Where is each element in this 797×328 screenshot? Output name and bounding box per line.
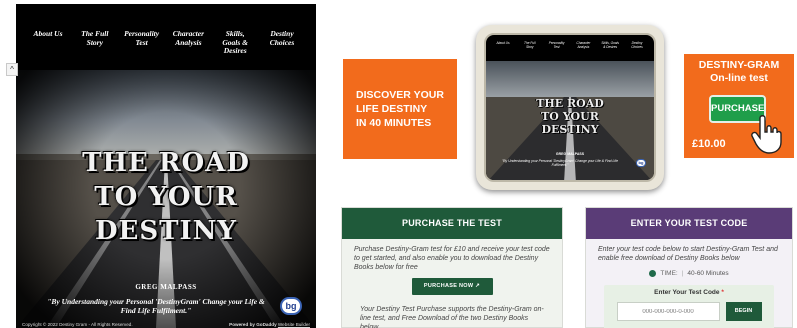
cover-nav-character-analysis[interactable]: Character Analysis — [166, 29, 210, 56]
clock-icon — [649, 270, 657, 277]
mini-nav-item: Destiny Choices — [631, 41, 643, 49]
begin-button[interactable]: BEGIN — [725, 302, 762, 321]
brand-logo: bg — [280, 297, 302, 315]
time-value: 40-60 Minutes — [687, 270, 729, 277]
test-code-row: BEGIN — [604, 302, 774, 321]
mini-nav-item: Personality Test — [548, 41, 565, 49]
powered-by: Powered by GoDaddy Website Builder — [229, 322, 310, 327]
mini-nav-item: Skills, Goals & Desires — [601, 41, 619, 49]
powered-by-prefix: Powered by GoDaddy — [229, 322, 277, 327]
framed-book-cover: About Us The Full Story Personality Test… — [484, 33, 656, 182]
copyright-text: Copyright © 2022 Destiny Gram - All Righ… — [22, 322, 133, 327]
mini-cover-quote: "By Understanding your Personal 'Destiny… — [502, 159, 618, 167]
mini-nav-item: Character Analysis — [576, 41, 591, 49]
required-marker: * — [721, 289, 724, 296]
enter-card-description: Enter your test code below to start Dest… — [598, 246, 778, 262]
test-code-input[interactable] — [616, 302, 720, 321]
cover-author: GREG MALPASS — [135, 283, 197, 291]
discover-banner-text: DISCOVER YOUR LIFE DESTINY IN 40 MINUTES — [356, 89, 444, 129]
cover-nav-full-story[interactable]: The Full Story — [73, 29, 117, 56]
cover-title: THE ROAD TO YOUR DESTINY — [82, 148, 250, 246]
purchase-card-note: Your Destiny Test Purchase supports the … — [360, 306, 544, 328]
purchase-card-heading: PURCHASE THE TEST — [342, 208, 562, 239]
time-separator: | — [681, 270, 684, 277]
purchase-test-card: PURCHASE THE TEST Purchase Destiny-Gram … — [341, 207, 563, 328]
mini-cover-sky — [486, 61, 654, 97]
mini-brand-logo: bg — [636, 159, 646, 167]
page: About Us The Full Story Personality Test… — [0, 0, 797, 328]
enter-test-code-card: ENTER YOUR TEST CODE Enter your test cod… — [585, 207, 793, 328]
mini-nav-item: About Us — [496, 41, 510, 45]
scroll-up-button[interactable]: ^ — [6, 63, 18, 76]
test-code-label-text: Enter Your Test Code — [654, 289, 720, 296]
time-row: TIME: | 40-60 Minutes — [586, 270, 792, 277]
test-code-panel: Enter Your Test Code * BEGIN — [604, 285, 774, 328]
discover-banner: DISCOVER YOUR LIFE DESTINY IN 40 MINUTES — [343, 59, 457, 159]
cover-quote: "By Understanding your Personal 'Destiny… — [47, 297, 265, 315]
price-label: £10.00 — [692, 138, 726, 150]
cover-nav-skills-goals[interactable]: Skills, Goals & Desires — [213, 29, 257, 56]
destiny-gram-banner: DESTINY-GRAM On-line test PURCHASE £10.0… — [684, 54, 794, 158]
cover-nav-destiny-choices[interactable]: Destiny Choices — [260, 29, 304, 56]
time-label: TIME: — [660, 270, 678, 277]
mini-nav-item: The Full Story — [524, 41, 536, 49]
destiny-gram-title: DESTINY-GRAM On-line test — [698, 59, 780, 84]
enter-card-heading: ENTER YOUR TEST CODE — [586, 208, 792, 239]
cover-nav-about-us[interactable]: About Us — [26, 29, 70, 56]
pointer-hand-icon — [751, 115, 782, 154]
mini-cover-author: GREG MALPASS — [555, 152, 585, 156]
test-code-label: Enter Your Test Code * — [604, 289, 774, 296]
framed-book-image: About Us The Full Story Personality Test… — [476, 25, 664, 190]
cover-nav-personality-test[interactable]: Personality Test — [120, 29, 164, 56]
book-cover: About Us The Full Story Personality Test… — [16, 4, 316, 328]
cover-nav: About Us The Full Story Personality Test… — [16, 4, 316, 56]
mini-cover-nav: About Us The Full Story Personality Test… — [486, 35, 654, 49]
website-builder-link[interactable]: Website Builder — [278, 322, 310, 327]
mini-cover-title: THE ROAD TO YOUR DESTINY — [536, 97, 604, 136]
purchase-card-description: Purchase Destiny-Gram test for £10 and r… — [354, 246, 550, 271]
purchase-now-button[interactable]: PURCHASE NOW ↗ — [411, 278, 493, 295]
